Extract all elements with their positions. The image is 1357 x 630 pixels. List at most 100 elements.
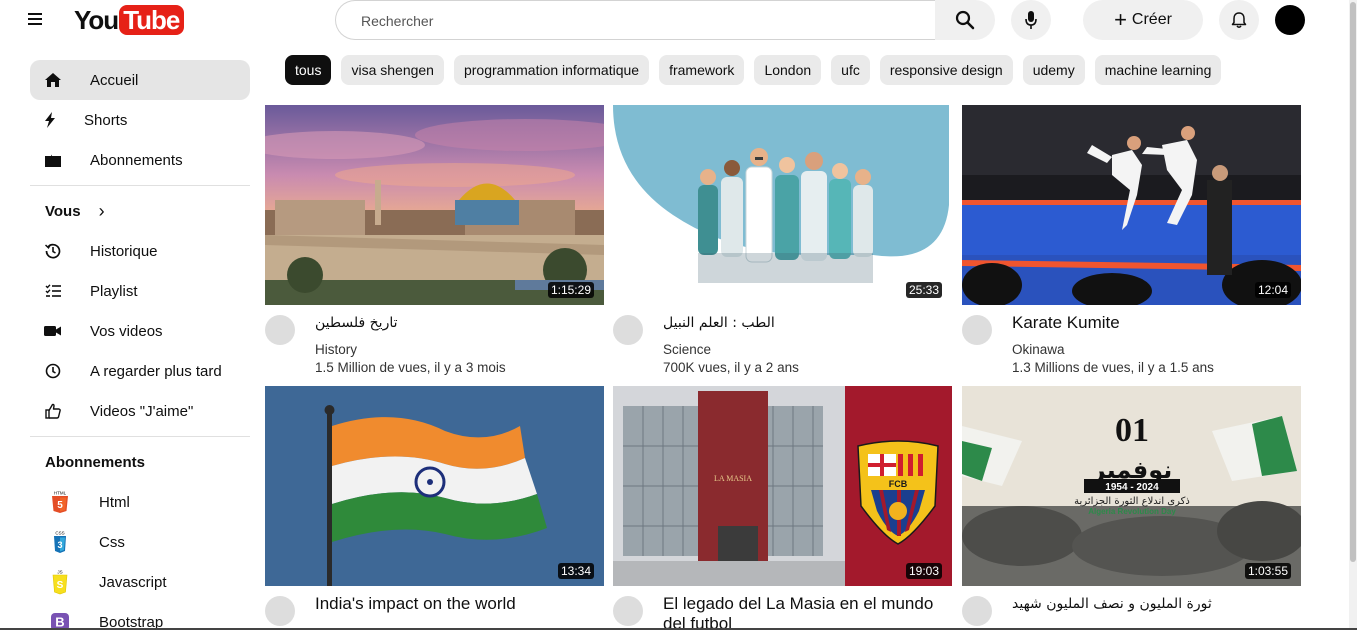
svg-text:CSS: CSS — [55, 531, 64, 536]
chip-all[interactable]: tous — [285, 55, 332, 85]
logo-tube-text: Tube — [119, 5, 185, 35]
video-card: 1:15:29 تاريخ فلسطين History 1.5 Million… — [265, 105, 604, 375]
thumbs-up-icon — [30, 403, 76, 419]
bell-icon — [1231, 12, 1247, 28]
create-button[interactable]: + Créer — [1083, 0, 1203, 40]
sidebar-sub-javascript[interactable]: JS S Javascript — [30, 562, 250, 602]
video-card: 25:33 الطب : العلم النبيل Science 700K v… — [613, 105, 952, 375]
search-button[interactable] — [935, 0, 995, 40]
sidebar-sub-html[interactable]: HTML 5 Html — [30, 482, 250, 522]
logo-you-text: You — [74, 4, 119, 35]
video-thumbnail[interactable]: 01 نوفمبر 1954 - 2024 ذكرى اندلاع الثورة… — [962, 386, 1301, 586]
html5-icon: HTML 5 — [30, 490, 90, 514]
chip-machine-learning[interactable]: machine learning — [1094, 55, 1222, 85]
chip-responsive-design[interactable]: responsive design — [879, 55, 1013, 85]
video-meta: 1.5 Million de vues, il y a 3 mois — [315, 360, 506, 375]
channel-avatar[interactable] — [613, 315, 643, 345]
chip-ufc[interactable]: ufc — [831, 55, 870, 85]
india-flag-thumbnail-image — [265, 386, 604, 586]
chip-programmation-informatique[interactable]: programmation informatique — [453, 55, 650, 85]
sidebar-item-your-videos[interactable]: Vos videos — [30, 311, 250, 351]
channel-avatar[interactable] — [962, 596, 992, 626]
top-header: You Tube + Créer — [0, 0, 1357, 40]
video-camera-icon — [30, 325, 76, 337]
channel-name[interactable]: Okinawa — [1012, 342, 1065, 357]
search-input[interactable] — [361, 11, 921, 31]
notifications-button[interactable] — [1219, 0, 1259, 40]
channel-avatar[interactable] — [613, 596, 643, 626]
sidebar-item-shorts[interactable]: Shorts — [30, 100, 250, 140]
chevron-right-icon: › — [98, 200, 105, 221]
karate-thumbnail-image — [962, 105, 1301, 305]
channel-avatar[interactable] — [265, 596, 295, 626]
alg-years: 1954 - 2024 — [1105, 482, 1159, 493]
microphone-button[interactable] — [1011, 0, 1051, 40]
page-scrollbar[interactable] — [1349, 0, 1357, 630]
search-box — [335, 0, 935, 40]
sidebar-you-heading[interactable]: Vous › — [30, 191, 250, 231]
search-icon — [955, 10, 975, 30]
video-thumbnail[interactable]: 12:04 — [962, 105, 1301, 305]
video-duration: 1:15:29 — [547, 282, 594, 298]
sidebar-item-watch-later[interactable]: A regarder plus tard — [30, 351, 250, 391]
video-duration: 25:33 — [905, 282, 942, 298]
youtube-logo[interactable]: You Tube — [74, 4, 185, 36]
sidebar-item-subscriptions[interactable]: Abonnements — [30, 140, 250, 180]
video-title[interactable]: Karate Kumite — [1012, 313, 1301, 333]
plus-icon: + — [1114, 7, 1127, 32]
sidebar-item-playlist[interactable]: Playlist — [30, 271, 250, 311]
subscriptions-icon — [30, 154, 76, 167]
video-title[interactable]: الطب : العلم النبيل — [663, 313, 952, 333]
video-title[interactable]: تاريخ فلسطين — [315, 313, 604, 333]
sidebar-item-label: Accueil — [90, 71, 139, 89]
sidebar-subscriptions-heading: Abonnements — [30, 442, 250, 482]
home-icon — [30, 72, 76, 88]
algeria-revolution-thumbnail-image: 01 نوفمبر 1954 - 2024 ذكرى اندلاع الثورة… — [962, 386, 1301, 586]
video-duration: 19:03 — [905, 563, 942, 579]
jerusalem-thumbnail-image — [265, 105, 604, 305]
sidebar-sub-label: Css — [99, 533, 125, 551]
video-meta: 700K vues, il y a 2 ans — [663, 360, 799, 375]
user-avatar[interactable] — [1275, 5, 1305, 35]
css3-icon: CSS 3 — [30, 530, 90, 554]
sidebar-item-label: Abonnements — [90, 151, 183, 169]
video-thumbnail[interactable]: 13:34 — [265, 386, 604, 586]
video-title[interactable]: ثورة المليون و نصف المليون شهيد — [1012, 594, 1301, 614]
sidebar-sub-bootstrap[interactable]: B Bootstrap — [30, 602, 250, 630]
video-card: LA MASIA FCB 19:03 El legado del La Masi… — [613, 386, 952, 630]
sidebar-sub-css[interactable]: CSS 3 Css — [30, 522, 250, 562]
video-title[interactable]: India's impact on the world — [315, 594, 604, 614]
la-masia-thumbnail-image: LA MASIA FCB — [613, 386, 952, 586]
video-title[interactable]: El legado del La Masia en el mundo del f… — [663, 594, 952, 630]
video-card: 13:34 India's impact on the world — [265, 386, 604, 626]
chip-framework[interactable]: framework — [659, 55, 745, 85]
menu-icon[interactable] — [24, 10, 46, 30]
channel-avatar[interactable] — [962, 315, 992, 345]
channel-name[interactable]: Science — [663, 342, 711, 357]
channel-avatar[interactable] — [265, 315, 295, 345]
sidebar-item-liked-videos[interactable]: Videos "J'aime" — [30, 391, 250, 431]
video-duration: 12:04 — [1254, 282, 1291, 298]
clock-icon — [30, 363, 76, 379]
chip-udemy[interactable]: udemy — [1022, 55, 1085, 85]
video-thumbnail[interactable]: 1:15:29 — [265, 105, 604, 305]
sidebar-item-label: A regarder plus tard — [90, 362, 222, 380]
video-thumbnail[interactable]: LA MASIA FCB 19:03 — [613, 386, 952, 586]
alg-subtitle: ذكرى اندلاع الثورة الجزائرية — [1074, 496, 1190, 507]
chip-london[interactable]: London — [754, 55, 822, 85]
video-duration: 13:34 — [557, 563, 594, 579]
chip-visa-shengen[interactable]: visa shengen — [341, 55, 444, 85]
video-thumbnail[interactable]: 25:33 — [613, 105, 952, 305]
playlist-icon — [30, 284, 76, 298]
sidebar-item-label: Playlist — [90, 282, 138, 300]
sidebar-item-history[interactable]: Historique — [30, 231, 250, 271]
svg-text:S: S — [57, 580, 64, 591]
la-masia-sign: LA MASIA — [714, 474, 752, 483]
scrollbar-thumb[interactable] — [1350, 2, 1356, 562]
sidebar-sub-label: Javascript — [99, 573, 167, 591]
medical-staff-thumbnail-image — [613, 105, 952, 305]
svg-text:HTML: HTML — [54, 491, 67, 496]
sidebar: Accueil Shorts Abonnements Vous › Histor… — [30, 60, 250, 630]
channel-name[interactable]: History — [315, 342, 357, 357]
sidebar-item-home[interactable]: Accueil — [30, 60, 250, 100]
